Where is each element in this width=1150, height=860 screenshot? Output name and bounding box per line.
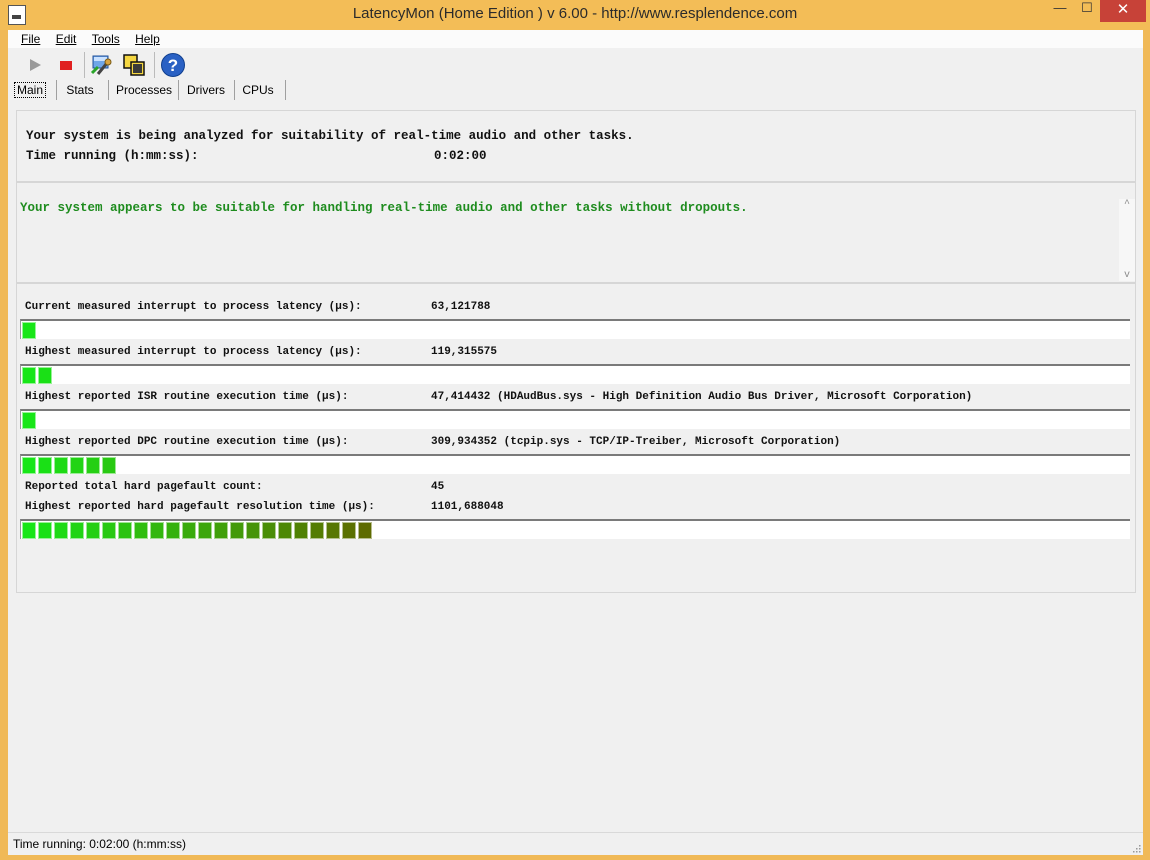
meter-segment xyxy=(22,522,36,539)
scroll-up-icon[interactable]: ^ xyxy=(1119,199,1135,210)
meter-segment xyxy=(278,522,292,539)
meter-segment xyxy=(134,522,148,539)
tab-main-label: Main xyxy=(13,82,47,98)
toolbar-separator xyxy=(84,52,85,78)
meter-segment xyxy=(230,522,244,539)
latencymon-window: LatencyMon (Home Edition ) v 6.00 - http… xyxy=(0,0,1150,860)
dpc-time-meter xyxy=(20,454,1130,474)
play-icon[interactable] xyxy=(24,53,48,77)
highest-latency-value: 119,315575 xyxy=(431,346,498,358)
meter-segment xyxy=(214,522,228,539)
tools-icon[interactable] xyxy=(90,53,114,77)
meter-segment xyxy=(22,412,36,429)
highest-latency-label: Highest measured interrupt to process la… xyxy=(25,346,362,358)
measurements-panel: Current measured interrupt to process la… xyxy=(16,283,1136,593)
meter-segment xyxy=(102,457,116,474)
scroll-down-icon[interactable]: v xyxy=(1119,270,1135,281)
analysis-summary-panel: Your system is being analyzed for suitab… xyxy=(16,110,1136,182)
tab-main[interactable]: Main xyxy=(10,80,50,100)
meter-segment xyxy=(86,457,100,474)
dpc-time-label: Highest reported DPC routine execution t… xyxy=(25,436,349,448)
meter-segment xyxy=(22,322,36,339)
meter-segment xyxy=(294,522,308,539)
pagefault-count-value: 45 xyxy=(431,481,445,493)
title-bar[interactable]: LatencyMon (Home Edition ) v 6.00 - http… xyxy=(0,0,1150,30)
meter-segment xyxy=(262,522,276,539)
time-running-label: Time running (h:mm:ss): xyxy=(26,149,199,163)
meter-segment xyxy=(22,367,36,384)
meter-segment xyxy=(38,457,52,474)
resize-grip-icon[interactable] xyxy=(1131,843,1141,853)
meter-segment xyxy=(54,457,68,474)
meter-segment xyxy=(182,522,196,539)
window-title: LatencyMon (Home Edition ) v 6.00 - http… xyxy=(352,5,798,22)
tab-drivers[interactable]: Drivers xyxy=(182,80,230,100)
meter-segment xyxy=(54,522,68,539)
meter-segment xyxy=(342,522,356,539)
help-icon[interactable]: ? xyxy=(161,53,185,77)
meter-segment xyxy=(38,522,52,539)
pagefault-time-meter xyxy=(20,519,1130,539)
current-latency-label: Current measured interrupt to process la… xyxy=(25,301,362,313)
tab-separator xyxy=(56,80,57,100)
tab-separator xyxy=(108,80,109,100)
meter-segment xyxy=(38,367,52,384)
meter-segment xyxy=(358,522,372,539)
pagefault-time-label: Highest reported hard pagefault resoluti… xyxy=(25,501,375,513)
pagefault-count-label: Reported total hard pagefault count: xyxy=(25,481,263,493)
tab-cpus[interactable]: CPUs xyxy=(238,80,278,100)
status-bar: Time running: 0:02:00 (h:mm:ss) xyxy=(8,832,1143,855)
isr-time-label: Highest reported ISR routine execution t… xyxy=(25,391,349,403)
meter-segment xyxy=(22,457,36,474)
meter-segment xyxy=(326,522,340,539)
copy-icon[interactable] xyxy=(122,53,146,77)
meter-segment xyxy=(246,522,260,539)
time-running-value: 0:02:00 xyxy=(434,149,487,163)
tab-separator xyxy=(178,80,179,100)
toolbar: ? xyxy=(8,50,1143,80)
highest-latency-meter xyxy=(20,364,1130,384)
meter-segment xyxy=(150,522,164,539)
analysis-status-text: Your system is being analyzed for suitab… xyxy=(26,129,634,143)
meter-segment xyxy=(198,522,212,539)
isr-time-value: 47,414432 (HDAudBus.sys - High Definitio… xyxy=(431,391,973,403)
meter-segment xyxy=(86,522,100,539)
minimize-button[interactable]: — xyxy=(1046,0,1074,22)
menu-file[interactable]: File xyxy=(21,30,40,48)
meter-segment xyxy=(70,522,84,539)
close-button[interactable]: ✕ xyxy=(1100,0,1146,22)
menu-bar: File Edit Tools Help xyxy=(8,30,1143,48)
toolbar-separator xyxy=(154,52,155,78)
verdict-panel: Your system appears to be suitable for h… xyxy=(16,182,1136,283)
pagefault-time-value: 1101,688048 xyxy=(431,501,504,513)
current-latency-meter xyxy=(20,319,1130,339)
client-area: File Edit Tools Help ? Main Stats Proces… xyxy=(8,30,1143,855)
tab-processes[interactable]: Processes xyxy=(112,80,176,100)
meter-segment xyxy=(70,457,84,474)
menu-help[interactable]: Help xyxy=(135,30,160,48)
dpc-time-value: 309,934352 (tcpip.sys - TCP/IP-Treiber, … xyxy=(431,436,841,448)
meter-segment xyxy=(166,522,180,539)
meter-segment xyxy=(102,522,116,539)
stop-icon[interactable] xyxy=(54,53,78,77)
meter-segment xyxy=(118,522,132,539)
maximize-button[interactable]: ☐ xyxy=(1074,0,1100,22)
tab-separator xyxy=(285,80,286,100)
menu-edit[interactable]: Edit xyxy=(56,30,77,48)
verdict-message: Your system appears to be suitable for h… xyxy=(20,201,748,215)
status-text: Time running: 0:02:00 (h:mm:ss) xyxy=(13,837,186,851)
current-latency-value: 63,121788 xyxy=(431,301,491,313)
tab-separator xyxy=(234,80,235,100)
verdict-scrollbar[interactable]: ^ v xyxy=(1119,199,1135,281)
meter-segment xyxy=(310,522,324,539)
tab-stats[interactable]: Stats xyxy=(60,80,100,100)
isr-time-meter xyxy=(20,409,1130,429)
menu-tools[interactable]: Tools xyxy=(92,30,120,48)
